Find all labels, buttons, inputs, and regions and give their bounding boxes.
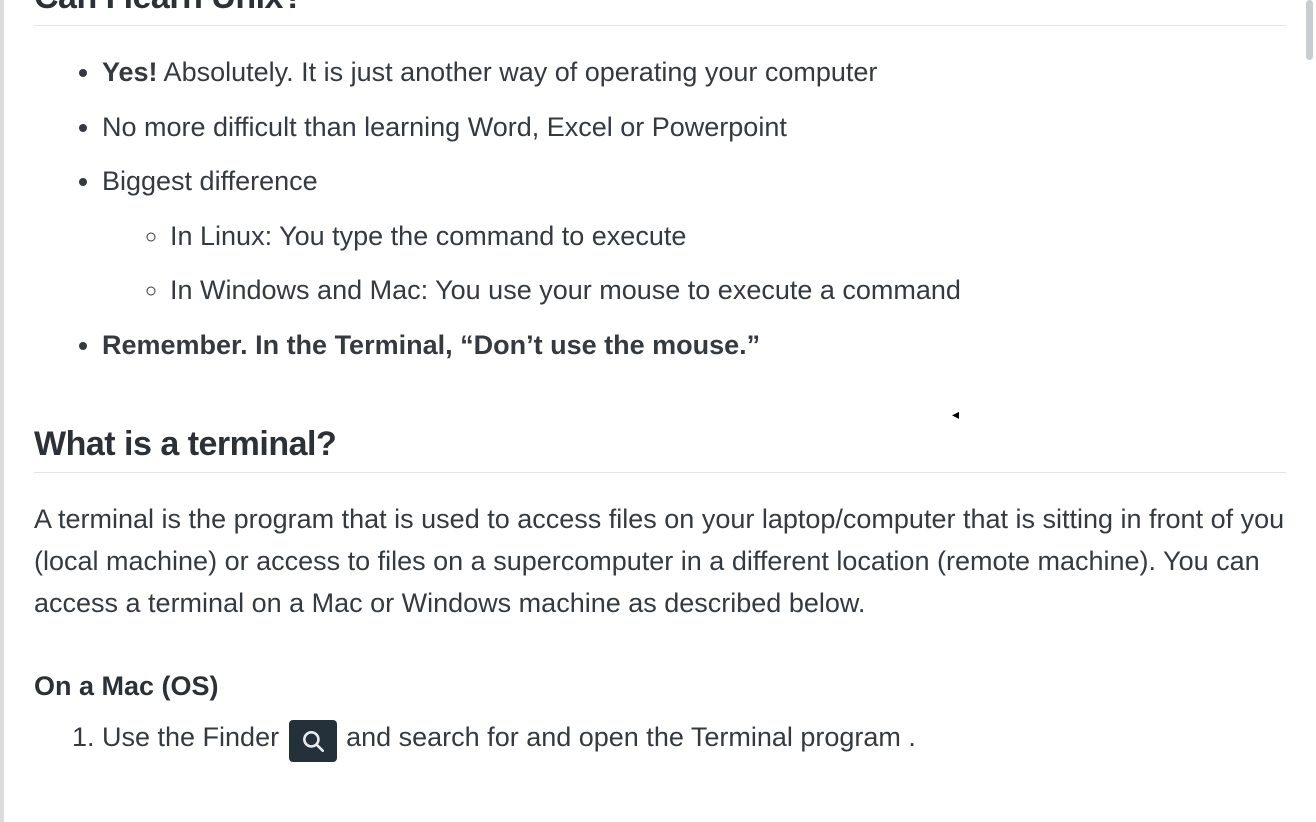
emphasis-remember: Remember. In the Terminal, “Don’t use th… (102, 330, 760, 360)
list-item: In Linux: You type the command to execut… (170, 216, 1286, 257)
mouse-cursor: ◂ (952, 406, 959, 423)
divider (34, 472, 1286, 473)
list-item: In Windows and Mac: You use your mouse t… (170, 270, 1286, 311)
emphasis-yes: Yes! (102, 57, 158, 87)
bullet-list: Yes! Absolutely. It is just another way … (34, 52, 1286, 365)
search-icon (289, 720, 337, 762)
list-item: Biggest difference In Linux: You type th… (102, 161, 1286, 311)
list-item-text: Biggest difference (102, 166, 318, 196)
step-text-post: and search for and open the Terminal pro… (339, 722, 916, 752)
list-item: Yes! Absolutely. It is just another way … (102, 52, 1286, 93)
list-item: Remember. In the Terminal, “Don’t use th… (102, 325, 1286, 366)
list-item: Use the Finder and search for and open t… (102, 716, 1286, 762)
divider (34, 25, 1286, 26)
sub-list: In Linux: You type the command to execut… (102, 216, 1286, 311)
scrollbar-thumb[interactable] (1306, 0, 1313, 60)
document-page: Can I learn Unix? Yes! Absolutely. It is… (0, 0, 1316, 822)
heading-what-is-a-terminal: What is a terminal? (34, 425, 1286, 464)
heading-can-i-learn-unix: Can I learn Unix? (34, 0, 1286, 17)
step-text-pre: Use the Finder (102, 722, 287, 752)
paragraph-terminal-definition: A terminal is the program that is used t… (34, 499, 1286, 625)
heading-on-a-mac: On a Mac (OS) (34, 671, 1286, 702)
ordered-steps: Use the Finder and search for and open t… (34, 716, 1286, 762)
list-item: No more difficult than learning Word, Ex… (102, 107, 1286, 148)
list-item-text: Absolutely. It is just another way of op… (158, 57, 878, 87)
